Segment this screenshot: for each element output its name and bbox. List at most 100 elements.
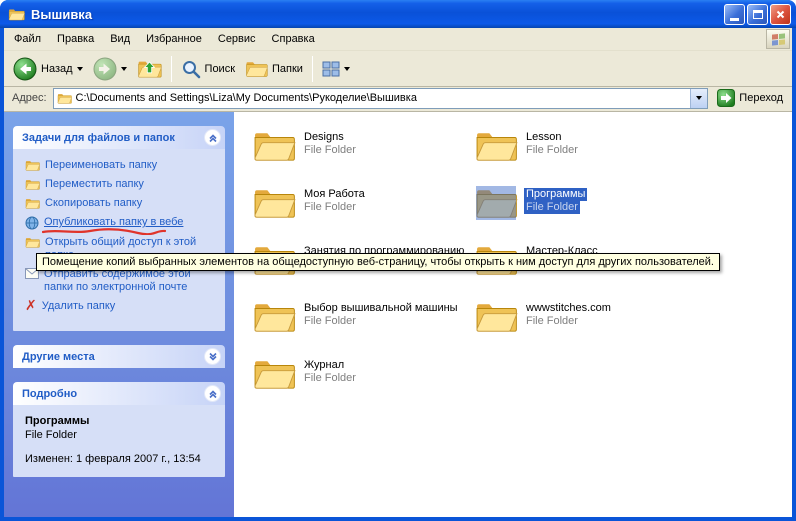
content-area: Задачи для файлов и папок Переименовать … [4, 112, 792, 517]
delete-icon: ✗ [25, 300, 37, 312]
file-tile-zhurnal[interactable]: Журнал File Folder [252, 356, 467, 413]
file-name: Моя Работа [302, 188, 367, 201]
file-type: File Folder [302, 144, 358, 157]
title-bar[interactable]: Вышивка [0, 0, 796, 28]
details-modified: Изменен: 1 февраля 2007 г., 13:54 [25, 453, 217, 465]
task-email-folder[interactable]: Отправить содержимое этой папки по элект… [25, 268, 217, 294]
file-tile-wwwstitches[interactable]: wwwstitches.com File Folder [474, 299, 689, 356]
task-copy-folder[interactable]: Скопировать папку [25, 197, 217, 210]
search-icon [181, 59, 201, 79]
expand-button[interactable] [204, 348, 221, 365]
folders-label: Папки [272, 63, 303, 75]
task-move-folder[interactable]: Переместить папку [25, 178, 217, 191]
file-type: File Folder [302, 315, 358, 328]
up-button[interactable] [132, 56, 167, 82]
other-places-title: Другие места [22, 351, 204, 363]
file-tile-vybor-mashiny[interactable]: Выбор вышивальной машины File Folder [252, 299, 467, 356]
file-name: wwwstitches.com [524, 302, 613, 315]
folder-icon [474, 299, 518, 335]
forward-button[interactable] [88, 55, 132, 83]
copy-folder-icon [25, 197, 40, 210]
file-tasks-panel: Задачи для файлов и папок Переименовать … [13, 126, 225, 331]
views-dropdown-icon[interactable] [344, 67, 350, 71]
collapse-button[interactable] [204, 129, 221, 146]
file-type: File Folder [524, 315, 580, 328]
minimize-button[interactable] [724, 4, 745, 25]
file-tile-designs[interactable]: Designs File Folder [252, 128, 467, 185]
folder-icon [474, 128, 518, 164]
address-dropdown-button[interactable] [690, 89, 707, 108]
menu-view[interactable]: Вид [102, 29, 138, 50]
tooltip: Помещение копий выбранных элементов на о… [36, 253, 720, 271]
menu-bar: Файл Правка Вид Избранное Сервис Справка [4, 28, 792, 51]
back-button[interactable]: Назад [8, 55, 88, 83]
search-button[interactable]: Поиск [176, 57, 240, 81]
menu-edit[interactable]: Правка [49, 29, 102, 50]
task-delete-folder[interactable]: ✗ Удалить папку [25, 300, 217, 313]
address-value[interactable]: C:\Documents and Settings\Liza\My Docume… [76, 92, 417, 104]
folders-icon [245, 59, 268, 79]
file-tasks-header[interactable]: Задачи для файлов и папок [13, 126, 225, 149]
close-button[interactable] [770, 4, 791, 25]
red-underline-annotation [42, 228, 166, 235]
file-tasks-title: Задачи для файлов и папок [22, 132, 204, 144]
details-header[interactable]: Подробно [13, 382, 225, 405]
forward-icon [93, 57, 117, 81]
menu-file[interactable]: Файл [6, 29, 49, 50]
folder-icon [252, 299, 296, 335]
go-button[interactable]: Переход [714, 89, 786, 107]
other-places-header[interactable]: Другие места [13, 345, 225, 368]
file-type: File Folder [524, 144, 580, 157]
back-dropdown-icon[interactable] [77, 67, 83, 71]
file-name: Выбор вышивальной машины [302, 302, 460, 315]
file-name: Lesson [524, 131, 563, 144]
maximize-button[interactable] [747, 4, 768, 25]
views-button[interactable] [317, 59, 355, 79]
window-title: Вышивка [31, 7, 718, 22]
task-publish-folder[interactable]: Опубликовать папку в вебе [25, 216, 217, 230]
file-name: Designs [302, 131, 346, 144]
forward-dropdown-icon[interactable] [121, 67, 127, 71]
chevron-down-icon [207, 351, 219, 363]
address-folder-icon [57, 92, 72, 105]
details-file-name: Программы [25, 415, 217, 427]
other-places-panel: Другие места [13, 345, 225, 368]
explorer-window: Вышивка Файл Правка Вид Избранное Сервис… [0, 0, 796, 521]
address-combobox[interactable]: C:\Documents and Settings\Liza\My Docume… [53, 88, 709, 109]
file-list-area[interactable]: Designs File Folder Lesson File Folder [234, 112, 792, 517]
file-type: File Folder [302, 372, 358, 385]
file-name: Программы [524, 188, 587, 201]
share-folder-icon [25, 236, 40, 249]
collapse-button[interactable] [204, 385, 221, 402]
publish-web-icon [25, 216, 39, 230]
task-pane: Задачи для файлов и папок Переименовать … [4, 112, 234, 517]
details-file-type: File Folder [25, 429, 217, 441]
search-label: Поиск [205, 63, 235, 75]
folders-button[interactable]: Папки [240, 57, 308, 81]
file-tile-moya-rabota[interactable]: Моя Работа File Folder [252, 185, 467, 242]
windows-logo-icon [766, 29, 790, 49]
menu-favorites[interactable]: Избранное [138, 29, 210, 50]
window-folder-icon [8, 7, 25, 22]
file-tile-programmy-selected[interactable]: Программы File Folder [474, 185, 689, 242]
file-name: Журнал [302, 359, 346, 372]
chevron-up-icon [207, 388, 219, 400]
file-tasks-body: Переименовать папку Переместить папку Ск… [13, 149, 225, 331]
menu-tools[interactable]: Сервис [210, 29, 264, 50]
details-title: Подробно [22, 388, 204, 400]
menu-help[interactable]: Справка [264, 29, 323, 50]
toolbar-separator [171, 56, 172, 82]
folder-icon [252, 356, 296, 392]
folder-icon [474, 185, 518, 221]
go-icon [717, 89, 735, 107]
details-body: Программы File Folder Изменен: 1 февраля… [13, 405, 225, 477]
task-rename-folder[interactable]: Переименовать папку [25, 159, 217, 172]
move-folder-icon [25, 178, 40, 191]
file-tile-lesson[interactable]: Lesson File Folder [474, 128, 689, 185]
up-folder-icon [137, 58, 162, 80]
folder-icon [252, 185, 296, 221]
go-label: Переход [739, 92, 783, 104]
back-label: Назад [41, 63, 73, 75]
details-panel: Подробно Программы File Folder Изменен: … [13, 382, 225, 477]
toolbar-separator [312, 56, 313, 82]
